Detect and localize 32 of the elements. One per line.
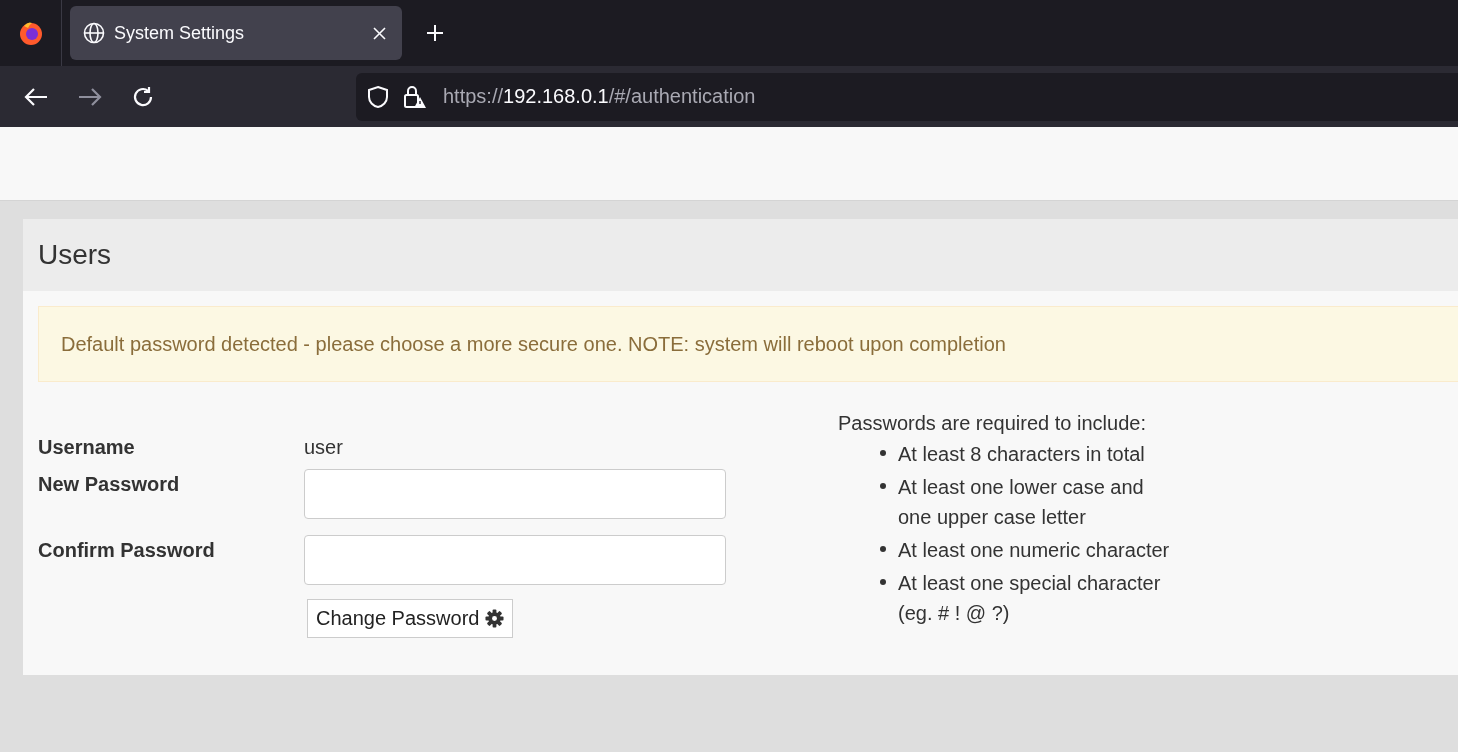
gear-icon: [485, 609, 505, 628]
close-icon[interactable]: [373, 26, 386, 40]
new-password-input[interactable]: [304, 469, 726, 519]
bullet-icon: [880, 546, 886, 552]
username-value: user: [304, 435, 343, 459]
plus-icon[interactable]: [426, 24, 444, 42]
requirement-text: At least 8 characters in total: [898, 442, 1145, 467]
address-bar[interactable]: https://192.168.0.1/#/authentication: [356, 72, 1458, 121]
back-arrow-icon[interactable]: [24, 86, 48, 107]
requirement-text: At least one numeric character: [898, 538, 1170, 563]
padlock-warning-icon[interactable]: [403, 84, 427, 109]
field-label: New Password: [38, 472, 181, 496]
panel-title: Users: [38, 239, 112, 271]
bullet-icon: [880, 450, 886, 456]
url-text[interactable]: https://192.168.0.1/#/authentication: [443, 85, 756, 108]
bullet-icon: [880, 483, 886, 489]
reload-icon[interactable]: [132, 85, 154, 108]
change-password-button[interactable]: Change Password: [307, 599, 514, 638]
shield-icon[interactable]: [367, 84, 389, 109]
globe-icon: [83, 22, 105, 44]
browser-tab[interactable]: System Settings: [70, 6, 402, 60]
tab-title: System Settings: [114, 22, 246, 44]
browser-logo-icon[interactable]: [17, 20, 44, 46]
requirements-heading: Passwords are required to include:: [838, 412, 1147, 435]
requirement-text: At least one special character (eg. # ! @ ?): [898, 571, 1162, 626]
requirement-text: At least one lower case and one upper case letter: [898, 475, 1145, 530]
bullet-icon: [880, 579, 886, 585]
field-label: Username: [38, 435, 136, 459]
field-label: Confirm Password: [38, 538, 216, 562]
confirm-password-input[interactable]: [304, 535, 726, 585]
warning-alert: Default password detected - please choose a more secure one. NOTE: system will reboot upon completion: [38, 306, 1458, 382]
forward-arrow-icon[interactable]: [78, 86, 102, 107]
